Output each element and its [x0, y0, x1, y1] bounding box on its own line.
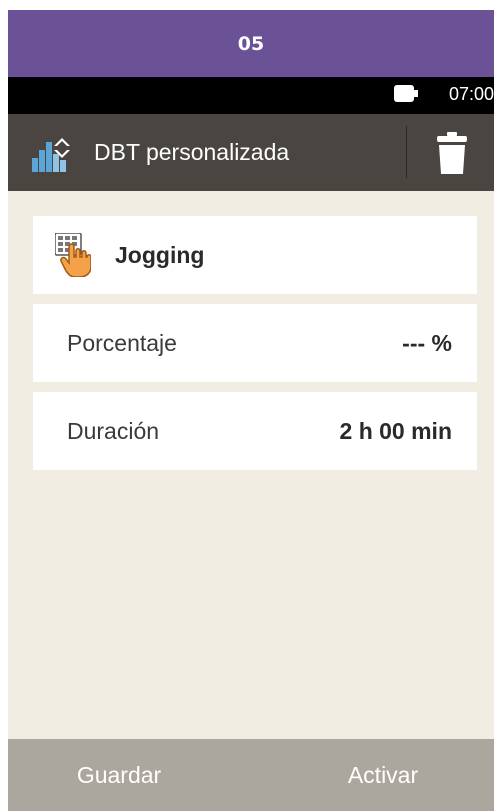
duration-label: Duración [67, 418, 160, 444]
duration-value: 2 h 00 min [339, 418, 452, 444]
save-button[interactable]: Guardar [8, 739, 230, 811]
title-divider [406, 126, 407, 178]
status-bar: 07:00 [8, 77, 494, 114]
trash-icon[interactable] [428, 130, 476, 176]
title-bar: DBT personalizada [8, 114, 494, 191]
program-name: Jogging [115, 242, 205, 268]
percent-row[interactable]: Porcentaje --- % [33, 304, 477, 382]
percent-value: --- % [402, 330, 452, 356]
bottom-bar: Guardar Activar [8, 739, 494, 811]
device-screen: 07:00 DBT personalizada Jogging Porcenta… [8, 77, 494, 811]
clock: 07:00 [448, 84, 494, 104]
percent-label: Porcentaje [67, 330, 177, 356]
hand-keypad-icon [55, 233, 91, 277]
program-row[interactable]: Jogging [33, 216, 477, 294]
battery-icon [394, 85, 418, 102]
basal-profile-icon [32, 138, 70, 172]
step-number: 05 [237, 32, 265, 55]
activate-button[interactable]: Activar [272, 739, 494, 811]
page-title: DBT personalizada [94, 139, 290, 165]
step-banner: 05 [8, 10, 494, 77]
duration-row[interactable]: Duración 2 h 00 min [33, 392, 477, 470]
